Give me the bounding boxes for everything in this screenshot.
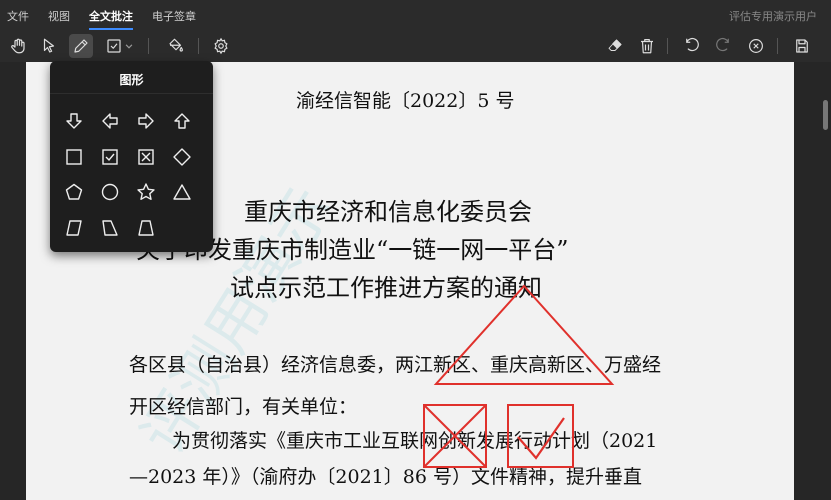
document-body-line: —2023 年）》（渝府办〔2021〕86 号）文件精神，提升垂直 [129, 466, 642, 488]
document-title-line: 试点示范工作推进方案的通知 [230, 274, 542, 302]
square-icon[interactable] [63, 146, 85, 168]
arrow-left-icon[interactable] [99, 110, 121, 132]
trash-icon[interactable] [635, 34, 659, 58]
trapezoid-left-icon[interactable] [99, 217, 121, 239]
trapezoid-icon[interactable] [135, 217, 157, 239]
gear-icon[interactable] [209, 34, 233, 58]
toolbar [0, 30, 831, 63]
hand-icon[interactable] [6, 34, 30, 58]
left-gutter [0, 62, 26, 500]
scrollbar-thumb[interactable] [823, 100, 828, 130]
document-body-line: 各区县（自治县）经济信息委，两江新区、重庆高新区、万盛经 [129, 354, 662, 376]
watermark: 评测用演示 [286, 62, 519, 68]
user-name: 评估专用演示用户 [729, 10, 817, 23]
menu-signature[interactable]: 电子签章 [152, 8, 196, 24]
pen-icon[interactable] [69, 34, 93, 58]
eraser-icon[interactable] [603, 34, 627, 58]
arrow-up-icon[interactable] [171, 110, 193, 132]
parallelogram-icon[interactable] [63, 217, 85, 239]
document-body-line: 为贯彻落实《重庆市工业互联网创新发展行动计划（2021 [172, 430, 658, 452]
document-body-line: 开区经信部门，有关单位： [129, 396, 358, 418]
menu-file[interactable]: 文件 [7, 8, 29, 24]
paint-bucket-icon[interactable] [164, 34, 188, 58]
diamond-icon[interactable] [171, 146, 193, 168]
arrow-down-icon[interactable] [63, 110, 85, 132]
redo-icon[interactable] [711, 34, 735, 58]
shapes-panel-title: 图形 [119, 73, 144, 87]
document-title-line: 重庆市经济和信息化委员会 [244, 198, 532, 226]
document-number: 渝经信智能〔2022〕5 号 [296, 90, 515, 112]
close-circle-icon[interactable] [744, 34, 768, 58]
crossed-square-icon[interactable] [135, 146, 157, 168]
star-icon[interactable] [135, 181, 157, 203]
circle-icon[interactable] [99, 181, 121, 203]
undo-icon[interactable] [680, 34, 704, 58]
save-icon[interactable] [790, 34, 814, 58]
chevron-down-icon[interactable] [122, 34, 136, 58]
menu-bar: 文件 视图 全文批注 电子签章 评估专用演示用户 [0, 0, 831, 30]
checked-square-icon[interactable] [99, 146, 121, 168]
pointer-icon[interactable] [37, 34, 61, 58]
pentagon-icon[interactable] [63, 181, 85, 203]
triangle-icon[interactable] [171, 181, 193, 203]
menu-view[interactable]: 视图 [48, 8, 70, 24]
menu-annotate[interactable]: 全文批注 [89, 8, 133, 30]
shapes-panel: 图形 [50, 61, 213, 252]
arrow-right-icon[interactable] [135, 110, 157, 132]
